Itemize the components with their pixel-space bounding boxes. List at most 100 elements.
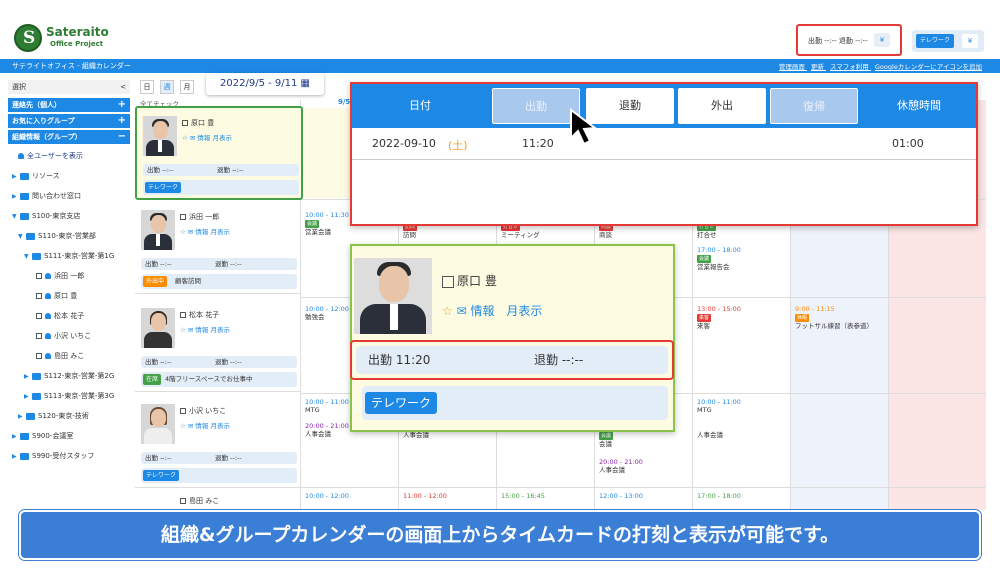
date-range[interactable]: 2022/9/5 - 9/11 ▦ — [206, 73, 324, 95]
presence-badge[interactable]: 在席 — [143, 374, 162, 385]
telework-button[interactable]: テレワーク — [916, 34, 954, 48]
tree-item[interactable]: ▼ S100-東京支店 — [8, 208, 130, 224]
checkbox[interactable] — [36, 313, 42, 319]
admin-link[interactable]: 管理画面 — [779, 63, 805, 71]
tree-item[interactable]: ▶ S112-東京-営業-第2G — [8, 368, 130, 384]
tree-item[interactable]: ▶ S900-会議室 — [8, 428, 130, 444]
tree-user[interactable]: 原口 豊 — [8, 288, 130, 304]
sidebar-section-org[interactable]: 組織情報（グループ） − — [8, 130, 130, 144]
user-links[interactable]: ☆ ✉ 情報 月表示 — [182, 132, 232, 142]
avatar — [141, 308, 175, 348]
tree-item[interactable]: ▶ リソース — [8, 168, 130, 184]
presence-row: テレワーク — [143, 180, 299, 195]
tab-month[interactable]: 月 — [180, 80, 194, 94]
checkbox[interactable] — [180, 498, 186, 504]
presence-badge[interactable]: 外出中 — [143, 276, 168, 287]
tree-label: S900-会議室 — [32, 432, 74, 440]
zoomed-user-card: 原口 豊 ☆ ✉ 情報 月表示 出勤 11:20 退勤 --:-- テレワーク — [350, 244, 675, 432]
checkbox[interactable] — [36, 293, 42, 299]
calendar-event[interactable]: 人事会議 — [697, 431, 789, 439]
clock-in-button[interactable]: 出勤 — [492, 88, 580, 124]
tree-item[interactable]: ▼ S110-東京-営業部 — [8, 228, 130, 244]
zoom-telework-badge[interactable]: テレワーク — [365, 392, 438, 414]
user-name-text: 松本 花子 — [189, 311, 220, 319]
calendar-event[interactable]: 10:00 - 12:00 — [305, 492, 397, 500]
calendar-event[interactable]: 17:00 - 18:00 会議 営業報告会 — [697, 246, 789, 271]
smartphone-link[interactable]: スマフォ利用 — [830, 63, 869, 71]
calendar-event[interactable]: 15:00 - 16:45 — [501, 492, 593, 500]
calendar-event[interactable]: 10:00 - 11:00 MTG — [697, 398, 789, 414]
tree-item[interactable]: ▼ S111-東京-営業-第1G — [8, 248, 130, 264]
plus-icon[interactable]: + — [118, 114, 126, 128]
return-button[interactable]: 復帰 — [770, 88, 858, 124]
tree-user[interactable]: 松本 花子 — [8, 308, 130, 324]
checkbox[interactable] — [36, 273, 42, 279]
info-link[interactable]: 情報 — [470, 304, 494, 318]
user-links[interactable]: ☆ ✉ 情報 月表示 — [180, 226, 230, 236]
tree-item[interactable]: ▶ 問い合わせ窓口 — [8, 188, 130, 204]
tree-user[interactable]: 島田 みこ — [8, 348, 130, 364]
checkbox[interactable] — [36, 333, 42, 339]
tab-week[interactable]: 週 — [160, 80, 174, 94]
presence-row: 在席 4階フリースペースでお仕事中 — [141, 372, 297, 387]
add-icon-link[interactable]: Googleカレンダーにアイコンを追加 — [875, 63, 982, 71]
timecard-status: 出勤 --:-- 退勤 --:-- — [141, 258, 297, 270]
calendar-event[interactable]: 11:00 - 12:00 — [403, 492, 495, 500]
calendar-event[interactable]: 9:00 - 11:15 休暇 フットサル練習（表参道） — [795, 305, 887, 330]
header-break: 休憩時間 — [897, 99, 941, 112]
minus-icon[interactable]: − — [118, 130, 126, 144]
tree-label: 浜田 一郎 — [54, 272, 85, 280]
caption-banner: 組織&グループカレンダーの画面上からタイムカードの打刻と表示が可能です。 — [19, 510, 981, 560]
calendar-event[interactable]: 17:00 - 18:00 — [697, 492, 789, 500]
star-icon[interactable]: ☆ — [442, 304, 453, 318]
zoom-presence-row: テレワーク — [362, 386, 668, 420]
folder-icon — [20, 452, 29, 460]
user-card: 小沢 いちこ ☆ ✉ 情報 月表示 出勤 --:-- 退勤 --:-- テレワーク — [135, 396, 300, 488]
calendar-event[interactable]: 20:00 - 21:00 人事会議 — [599, 458, 691, 474]
tree-item[interactable]: ▶ S990-受付スタッフ — [8, 448, 130, 464]
tree-item[interactable]: ▶ S113-東京-営業-第3G — [8, 388, 130, 404]
checkbox[interactable] — [182, 120, 188, 126]
user-links[interactable]: ☆ ✉ 情報 月表示 — [180, 324, 230, 334]
tree-label: S100-東京支店 — [32, 212, 81, 220]
calendar-event[interactable]: 人事会議 — [403, 431, 495, 439]
calendar-event[interactable]: 13:00 - 15:00 来客 来客 — [697, 305, 789, 330]
checkbox[interactable] — [180, 408, 186, 414]
plus-icon[interactable]: + — [118, 98, 126, 112]
chevron-down-icon: ▼ — [12, 213, 17, 220]
sidebar: 選択 < 連絡先（個人） + お気に入りグループ + 組織情報（グループ） − 全ユー… — [8, 80, 130, 520]
presence-badge[interactable]: テレワーク — [143, 470, 180, 481]
tab-day[interactable]: 日 — [140, 80, 154, 94]
tree-label: 問い合わせ窓口 — [32, 192, 81, 200]
top-timecard-dropdown[interactable]: ¥ — [874, 33, 890, 47]
tree-item[interactable]: ▶ S120-東京-技術 — [8, 408, 130, 424]
user-links[interactable]: ☆ ✉ 情報 月表示 — [180, 420, 230, 430]
sidebar-section-contacts[interactable]: 連絡先（個人） + — [8, 98, 130, 112]
checkbox[interactable] — [180, 214, 186, 220]
folder-icon — [26, 412, 35, 420]
calendar-event[interactable]: 12:00 - 13:00 — [599, 492, 691, 500]
app-title: サテライトオフィス - 組織カレンダー — [12, 62, 131, 70]
all-users-link[interactable]: 全ユーザーを表示 — [8, 148, 130, 164]
telework-dropdown[interactable]: ¥ — [962, 34, 978, 48]
clock-out: 退勤 --:-- — [217, 166, 244, 174]
checkbox[interactable] — [36, 353, 42, 359]
logo-sub: Office Project — [50, 40, 104, 48]
checkbox[interactable] — [180, 312, 186, 318]
refresh-link[interactable]: 更新 — [811, 63, 824, 71]
clock-out: 退勤 --:-- — [215, 260, 242, 268]
clock-in: 出勤 --:-- — [147, 166, 174, 174]
checkbox[interactable] — [442, 275, 454, 288]
tree-user[interactable]: 小沢 いちこ — [8, 328, 130, 344]
user-name-text: 小沢 いちこ — [189, 407, 227, 415]
month-view-link[interactable]: 月表示 — [506, 304, 542, 318]
collapse-icon[interactable]: < — [120, 80, 126, 94]
chevron-right-icon: ▶ — [24, 373, 29, 380]
tree-user[interactable]: 浜田 一郎 — [8, 268, 130, 284]
presence-badge[interactable]: テレワーク — [145, 182, 182, 193]
go-out-button[interactable]: 外出 — [678, 88, 766, 124]
sidebar-section-favorites[interactable]: お気に入りグループ + — [8, 114, 130, 128]
clock-in: 出勤 --:-- — [145, 454, 172, 462]
mail-icon[interactable]: ✉ — [457, 304, 467, 318]
calendar-event[interactable]: 会議 会議 — [599, 431, 691, 448]
